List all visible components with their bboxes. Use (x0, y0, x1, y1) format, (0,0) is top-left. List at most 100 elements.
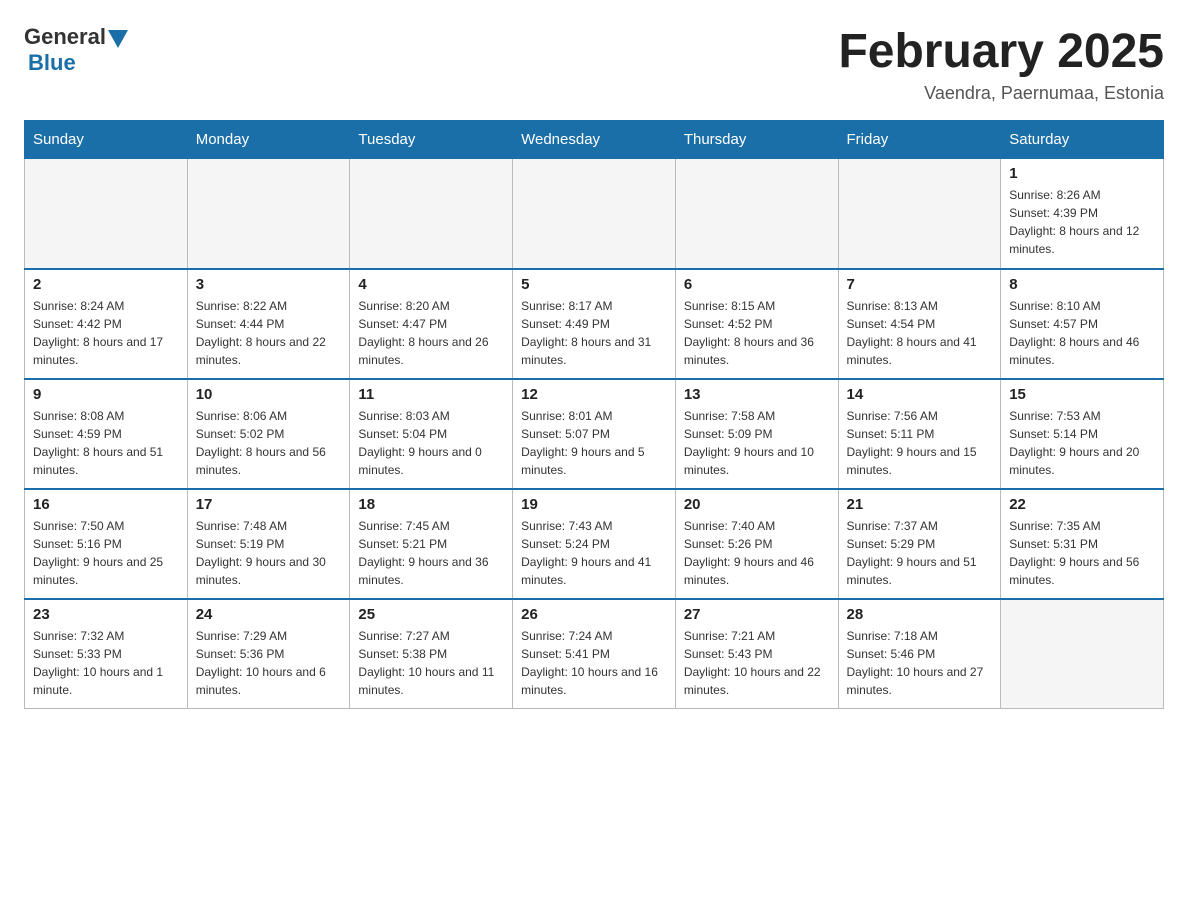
calendar-header-row: SundayMondayTuesdayWednesdayThursdayFrid… (25, 121, 1164, 159)
day-number: 20 (684, 496, 830, 513)
day-info: Sunrise: 8:10 AM Sunset: 4:57 PM Dayligh… (1009, 297, 1155, 369)
day-number: 13 (684, 386, 830, 403)
calendar-week-row: 23 Sunrise: 7:32 AM Sunset: 5:33 PM Dayli… (25, 599, 1164, 709)
day-number: 7 (847, 276, 993, 293)
calendar-day-cell (350, 159, 513, 269)
day-number: 24 (196, 606, 342, 623)
day-number: 3 (196, 276, 342, 293)
day-of-week-header: Tuesday (350, 121, 513, 159)
day-info: Sunrise: 7:56 AM Sunset: 5:11 PM Dayligh… (847, 407, 993, 479)
calendar-day-cell (25, 159, 188, 269)
calendar-day-cell: 17Sunrise: 7:48 AM Sunset: 5:19 PM Dayli… (187, 489, 350, 599)
day-number: 2 (33, 276, 179, 293)
day-number: 11 (358, 386, 504, 403)
calendar-day-cell: 6 Sunrise: 8:15 AM Sunset: 4:52 PM Daylig… (675, 269, 838, 379)
calendar-day-cell (187, 159, 350, 269)
calendar-day-cell: 3 Sunrise: 8:22 AM Sunset: 4:44 PM Daylig… (187, 269, 350, 379)
day-info: Sunrise: 8:08 AM Sunset: 4:59 PM Dayligh… (33, 407, 179, 479)
day-info: Sunrise: 8:01 AM Sunset: 5:07 PM Dayligh… (521, 407, 667, 479)
calendar-day-cell: 14 Sunrise: 7:56 AM Sunset: 5:11 PM Dayli… (838, 379, 1001, 489)
calendar-day-cell (1001, 599, 1164, 709)
day-number: 27 (684, 606, 830, 623)
day-number: 4 (358, 276, 504, 293)
day-of-week-header: Sunday (25, 121, 188, 159)
day-of-week-header: Friday (838, 121, 1001, 159)
day-info: Sunrise: 7:37 AM Sunset: 5:29 PM Dayligh… (847, 517, 993, 589)
day-info: Sunrise: 8:17 AM Sunset: 4:49 PM Dayligh… (521, 297, 667, 369)
day-of-week-header: Saturday (1001, 121, 1164, 159)
calendar-day-cell: 25Sunrise: 7:27 AM Sunset: 5:38 PM Dayli… (350, 599, 513, 709)
day-info: Sunrise: 7:45 AM Sunset: 5:21 PM Dayligh… (358, 517, 504, 589)
day-info: Sunrise: 8:13 AM Sunset: 4:54 PM Dayligh… (847, 297, 993, 369)
calendar-day-cell: 5 Sunrise: 8:17 AM Sunset: 4:49 PM Daylig… (513, 269, 676, 379)
calendar-day-cell (513, 159, 676, 269)
logo-blue-text: Blue (28, 50, 76, 76)
calendar-day-cell (838, 159, 1001, 269)
calendar-day-cell: 8 Sunrise: 8:10 AM Sunset: 4:57 PM Daylig… (1001, 269, 1164, 379)
day-number: 15 (1009, 386, 1155, 403)
calendar-day-cell: 24 Sunrise: 7:29 AM Sunset: 5:36 PM Dayli… (187, 599, 350, 709)
day-info: Sunrise: 7:50 AM Sunset: 5:16 PM Dayligh… (33, 517, 179, 589)
day-info: Sunrise: 8:15 AM Sunset: 4:52 PM Dayligh… (684, 297, 830, 369)
day-number: 6 (684, 276, 830, 293)
day-number: 23 (33, 606, 179, 623)
calendar-week-row: 9Sunrise: 8:08 AM Sunset: 4:59 PM Daylig… (25, 379, 1164, 489)
day-info: Sunrise: 7:18 AM Sunset: 5:46 PM Dayligh… (847, 627, 993, 699)
day-info: Sunrise: 7:43 AM Sunset: 5:24 PM Dayligh… (521, 517, 667, 589)
day-info: Sunrise: 7:29 AM Sunset: 5:36 PM Dayligh… (196, 627, 342, 699)
day-of-week-header: Monday (187, 121, 350, 159)
title-block: February 2025 Vaendra, Paernumaa, Estoni… (838, 24, 1164, 104)
calendar-day-cell: 4 Sunrise: 8:20 AM Sunset: 4:47 PM Daylig… (350, 269, 513, 379)
day-number: 22 (1009, 496, 1155, 513)
calendar-day-cell: 26Sunrise: 7:24 AM Sunset: 5:41 PM Dayli… (513, 599, 676, 709)
logo-triangle-icon (108, 30, 128, 48)
day-info: Sunrise: 8:22 AM Sunset: 4:44 PM Dayligh… (196, 297, 342, 369)
calendar-day-cell: 19 Sunrise: 7:43 AM Sunset: 5:24 PM Dayli… (513, 489, 676, 599)
page-header: General Blue February 2025 Vaendra, Paer… (24, 24, 1164, 104)
calendar-table: SundayMondayTuesdayWednesdayThursdayFrid… (24, 120, 1164, 709)
day-info: Sunrise: 7:40 AM Sunset: 5:26 PM Dayligh… (684, 517, 830, 589)
calendar-day-cell: 7 Sunrise: 8:13 AM Sunset: 4:54 PM Daylig… (838, 269, 1001, 379)
calendar-day-cell: 18Sunrise: 7:45 AM Sunset: 5:21 PM Dayli… (350, 489, 513, 599)
day-info: Sunrise: 7:58 AM Sunset: 5:09 PM Dayligh… (684, 407, 830, 479)
day-number: 28 (847, 606, 993, 623)
day-info: Sunrise: 8:03 AM Sunset: 5:04 PM Dayligh… (358, 407, 504, 479)
calendar-week-row: 1 Sunrise: 8:26 AM Sunset: 4:39 PM Daylig… (25, 159, 1164, 269)
day-info: Sunrise: 7:35 AM Sunset: 5:31 PM Dayligh… (1009, 517, 1155, 589)
day-number: 26 (521, 606, 667, 623)
day-info: Sunrise: 7:21 AM Sunset: 5:43 PM Dayligh… (684, 627, 830, 699)
calendar-day-cell: 28 Sunrise: 7:18 AM Sunset: 5:46 PM Dayli… (838, 599, 1001, 709)
day-info: Sunrise: 7:53 AM Sunset: 5:14 PM Dayligh… (1009, 407, 1155, 479)
calendar-day-cell: 13 Sunrise: 7:58 AM Sunset: 5:09 PM Dayli… (675, 379, 838, 489)
day-number: 14 (847, 386, 993, 403)
day-info: Sunrise: 8:20 AM Sunset: 4:47 PM Dayligh… (358, 297, 504, 369)
day-info: Sunrise: 8:24 AM Sunset: 4:42 PM Dayligh… (33, 297, 179, 369)
calendar-day-cell: 9Sunrise: 8:08 AM Sunset: 4:59 PM Daylig… (25, 379, 188, 489)
calendar-day-cell: 21 Sunrise: 7:37 AM Sunset: 5:29 PM Dayli… (838, 489, 1001, 599)
day-number: 8 (1009, 276, 1155, 293)
calendar-day-cell: 27 Sunrise: 7:21 AM Sunset: 5:43 PM Dayli… (675, 599, 838, 709)
calendar-day-cell: 16 Sunrise: 7:50 AM Sunset: 5:16 PM Dayli… (25, 489, 188, 599)
day-of-week-header: Wednesday (513, 121, 676, 159)
day-number: 12 (521, 386, 667, 403)
month-year-title: February 2025 (838, 24, 1164, 79)
day-number: 21 (847, 496, 993, 513)
calendar-week-row: 2 Sunrise: 8:24 AM Sunset: 4:42 PM Daylig… (25, 269, 1164, 379)
logo: General Blue (24, 24, 128, 76)
calendar-day-cell: 23 Sunrise: 7:32 AM Sunset: 5:33 PM Dayli… (25, 599, 188, 709)
day-number: 19 (521, 496, 667, 513)
calendar-week-row: 16 Sunrise: 7:50 AM Sunset: 5:16 PM Dayli… (25, 489, 1164, 599)
calendar-day-cell: 22 Sunrise: 7:35 AM Sunset: 5:31 PM Dayli… (1001, 489, 1164, 599)
day-info: Sunrise: 8:06 AM Sunset: 5:02 PM Dayligh… (196, 407, 342, 479)
day-number: 16 (33, 496, 179, 513)
calendar-day-cell (675, 159, 838, 269)
day-number: 1 (1009, 165, 1155, 182)
day-info: Sunrise: 8:26 AM Sunset: 4:39 PM Dayligh… (1009, 186, 1155, 258)
logo-general-text: General (24, 24, 106, 50)
day-info: Sunrise: 7:48 AM Sunset: 5:19 PM Dayligh… (196, 517, 342, 589)
day-number: 5 (521, 276, 667, 293)
calendar-day-cell: 15 Sunrise: 7:53 AM Sunset: 5:14 PM Dayli… (1001, 379, 1164, 489)
location-subtitle: Vaendra, Paernumaa, Estonia (838, 83, 1164, 104)
calendar-day-cell: 10Sunrise: 8:06 AM Sunset: 5:02 PM Dayli… (187, 379, 350, 489)
day-info: Sunrise: 7:32 AM Sunset: 5:33 PM Dayligh… (33, 627, 179, 699)
